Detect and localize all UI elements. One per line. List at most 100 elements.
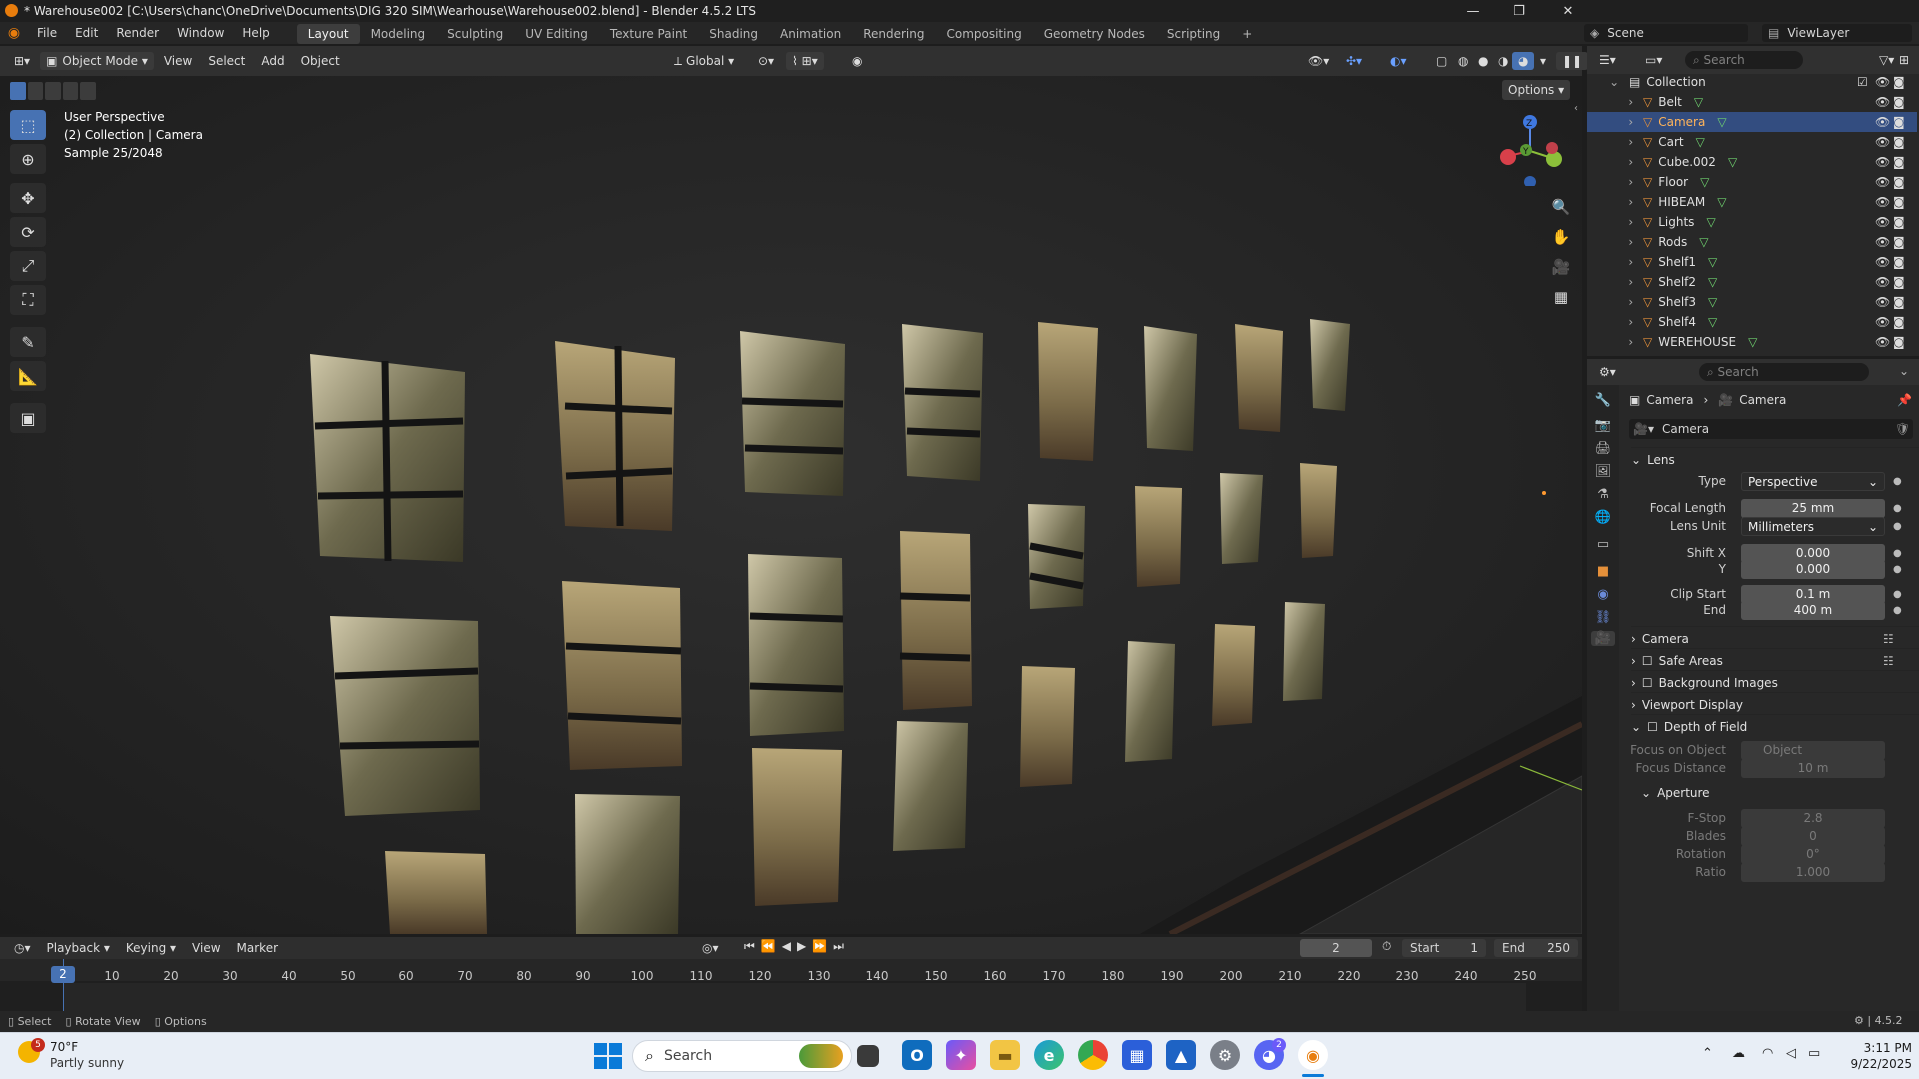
outliner-item[interactable]: › ▽ Cube.002 ▽ 👁 ◙ [1587, 152, 1917, 172]
outliner-item[interactable]: › ▽ Shelf1 ▽ 👁 ◙ [1587, 252, 1917, 272]
add-cube-tool-icon[interactable]: ▣ [10, 403, 46, 433]
menu-timeline-view[interactable]: View [186, 939, 226, 957]
safe-areas-checkbox[interactable]: ☐ [1642, 654, 1653, 668]
keyframe-dot-icon[interactable]: ● [1893, 589, 1902, 600]
outliner-item[interactable]: › ▽ Shelf3 ▽ 👁 ◙ [1587, 292, 1917, 312]
visibility-eye-icon[interactable]: 👁 [1875, 75, 1890, 89]
start-frame-field[interactable]: Start 1 [1402, 939, 1486, 957]
outliner-item[interactable]: › ▽ Camera ▽ 👁 ◙ [1587, 112, 1917, 132]
move-tool-icon[interactable]: ✥ [10, 183, 46, 213]
outliner-item[interactable]: › ▽ Belt ▽ 👁 ◙ [1587, 92, 1917, 112]
pivot-icon[interactable]: ⊙▾ [752, 52, 780, 70]
focal-length-field[interactable]: 25 mm [1741, 499, 1885, 518]
photos-icon[interactable]: ▲ [1166, 1040, 1196, 1070]
tab-compositing[interactable]: Compositing [935, 24, 1032, 44]
keyframe-dot-icon[interactable]: ● [1893, 564, 1902, 575]
mode-selector[interactable]: ▣ Object Mode ▾ [40, 52, 154, 70]
outliner-item[interactable]: › ▽ Lights ▽ 👁 ◙ [1587, 212, 1917, 232]
new-collection-icon[interactable]: ⊞ [1893, 51, 1915, 69]
render-camera-icon[interactable]: ◙ [1893, 195, 1905, 209]
outliner-item[interactable]: › ▽ WEREHOUSE ▽ 👁 ◙ [1587, 332, 1917, 352]
expand-chevron-icon[interactable]: › [1587, 255, 1637, 269]
outliner-item[interactable]: › ▽ Shelf2 ▽ 👁 ◙ [1587, 272, 1917, 292]
blades-field[interactable]: 0 [1741, 827, 1885, 846]
tab-layout[interactable]: Layout [296, 23, 360, 44]
3d-viewport[interactable]: User Perspective (2) Collection | Camera… [0, 76, 1582, 934]
select-invert-icon[interactable] [62, 82, 79, 100]
visibility-eye-icon[interactable]: 👁 [1875, 155, 1890, 169]
tab-scripting[interactable]: Scripting [1156, 24, 1231, 44]
tab-geometry-nodes[interactable]: Geometry Nodes [1033, 24, 1156, 44]
render-camera-icon[interactable]: ◙ [1893, 75, 1905, 89]
visibility-eye-icon[interactable]: 👁 [1875, 215, 1890, 229]
visibility-eye-icon[interactable]: 👁 [1875, 235, 1890, 249]
visibility-eye-icon[interactable]: 👁 [1875, 115, 1890, 129]
focus-object-field[interactable]: Object [1741, 741, 1885, 760]
scale-tool-icon[interactable]: ⤢ [10, 251, 46, 281]
orientation-selector[interactable]: ⟂ Global ▾ [668, 52, 740, 70]
expand-chevron-icon[interactable]: › [1587, 335, 1637, 349]
render-camera-icon[interactable]: ◙ [1893, 335, 1905, 349]
physics-tab-icon[interactable]: ◉ [1587, 587, 1619, 602]
timeline-editor-icon[interactable]: ◷▾ [8, 939, 37, 957]
lens-unit-dropdown[interactable]: Millimeters ⌄ [1741, 517, 1885, 536]
menu-edit[interactable]: Edit [66, 22, 107, 44]
add-workspace-button[interactable]: + [1231, 24, 1263, 44]
expand-chevron-icon[interactable]: › [1587, 215, 1637, 229]
taskbar-search[interactable]: ⌕ Search [632, 1040, 852, 1072]
outliner-item[interactable]: › ▽ Shelf4 ▽ 👁 ◙ [1587, 312, 1917, 332]
render-camera-icon[interactable]: ◙ [1893, 295, 1905, 309]
properties-search-input[interactable]: ⌕ Search [1699, 363, 1869, 381]
collection-tab-icon[interactable]: ▭ [1587, 537, 1619, 552]
viewport-display-section-header[interactable]: › Viewport Display [1631, 692, 1919, 716]
pause-render-icon[interactable]: ❚❚ [1556, 52, 1589, 70]
render-camera-icon[interactable]: ◙ [1893, 135, 1905, 149]
end-frame-field[interactable]: End 250 [1494, 939, 1578, 957]
tab-uv-editing[interactable]: UV Editing [514, 24, 599, 44]
visibility-eye-icon[interactable]: 👁 [1875, 95, 1890, 109]
exclude-checkbox-icon[interactable]: ☑ [1857, 75, 1868, 89]
keyframe-dot-icon[interactable]: ● [1893, 521, 1902, 532]
render-camera-icon[interactable]: ◙ [1893, 155, 1905, 169]
dof-section-header[interactable]: ⌄ ☐ Depth of Field [1631, 714, 1919, 738]
menu-view[interactable]: View [158, 52, 198, 70]
datablock-browse-icon[interactable]: 🎥▾ [1633, 422, 1654, 436]
measure-tool-icon[interactable]: 📐 [10, 361, 46, 391]
output-tab-icon[interactable]: 🖨 [1587, 441, 1619, 456]
pan-hand-icon[interactable]: ✋ [1550, 222, 1572, 252]
ratio-field[interactable]: 1.000 [1741, 863, 1885, 882]
outliner-item[interactable]: › ▽ HIBEAM ▽ 👁 ◙ [1587, 192, 1917, 212]
outlook-icon[interactable]: O [902, 1040, 932, 1070]
playhead-marker[interactable]: 2 [51, 966, 75, 983]
playback-controls[interactable]: ⏮⏪◀▶⏩⏭ [744, 939, 850, 954]
tab-shading[interactable]: Shading [698, 24, 769, 44]
timeline-area[interactable]: 2 [0, 959, 1582, 1011]
store-icon[interactable]: ▦ [1122, 1040, 1152, 1070]
menu-object[interactable]: Object [295, 52, 346, 70]
view-layer-tab-icon[interactable]: 🖼 [1587, 464, 1619, 479]
sidebar-toggle-icon[interactable]: ‹ [1574, 103, 1578, 114]
visibility-eye-icon[interactable]: 👁 [1875, 295, 1890, 309]
lens-section-header[interactable]: ⌄ Lens [1631, 447, 1919, 471]
volume-icon[interactable]: ◁ [1786, 1046, 1796, 1061]
windows-start-icon[interactable] [594, 1043, 622, 1069]
visibility-eye-icon[interactable]: 👁 [1875, 335, 1890, 349]
navigation-gizmo[interactable]: Z Y [1490, 106, 1570, 188]
dof-checkbox[interactable]: ☐ [1647, 720, 1658, 734]
safe-areas-section-header[interactable]: › ☐ Safe Areas ☷ [1631, 648, 1919, 672]
pin-icon[interactable]: 📌 [1897, 393, 1912, 407]
outliner-collection-row[interactable]: ⌄ ▤ Collection ☑ 👁 ◙ [1587, 72, 1917, 92]
select-subtract-icon[interactable] [45, 82, 61, 100]
background-images-section-header[interactable]: › ☐ Background Images [1631, 670, 1919, 694]
render-camera-icon[interactable]: ◙ [1893, 215, 1905, 229]
menu-render[interactable]: Render [107, 22, 168, 44]
taskbar-clock[interactable]: 3:11 PM 9/22/2025 [1834, 1040, 1912, 1072]
render-camera-icon[interactable]: ◙ [1893, 115, 1905, 129]
properties-menu-icon[interactable]: ⌄ [1899, 364, 1909, 378]
blender-menu-icon[interactable]: ◉ [0, 25, 28, 41]
expand-chevron-icon[interactable]: › [1587, 235, 1637, 249]
select-box-tool-icon[interactable]: ⬚ [10, 110, 46, 140]
render-camera-icon[interactable]: ◙ [1893, 175, 1905, 189]
expand-chevron-icon[interactable]: › [1587, 135, 1637, 149]
tab-rendering[interactable]: Rendering [852, 24, 935, 44]
